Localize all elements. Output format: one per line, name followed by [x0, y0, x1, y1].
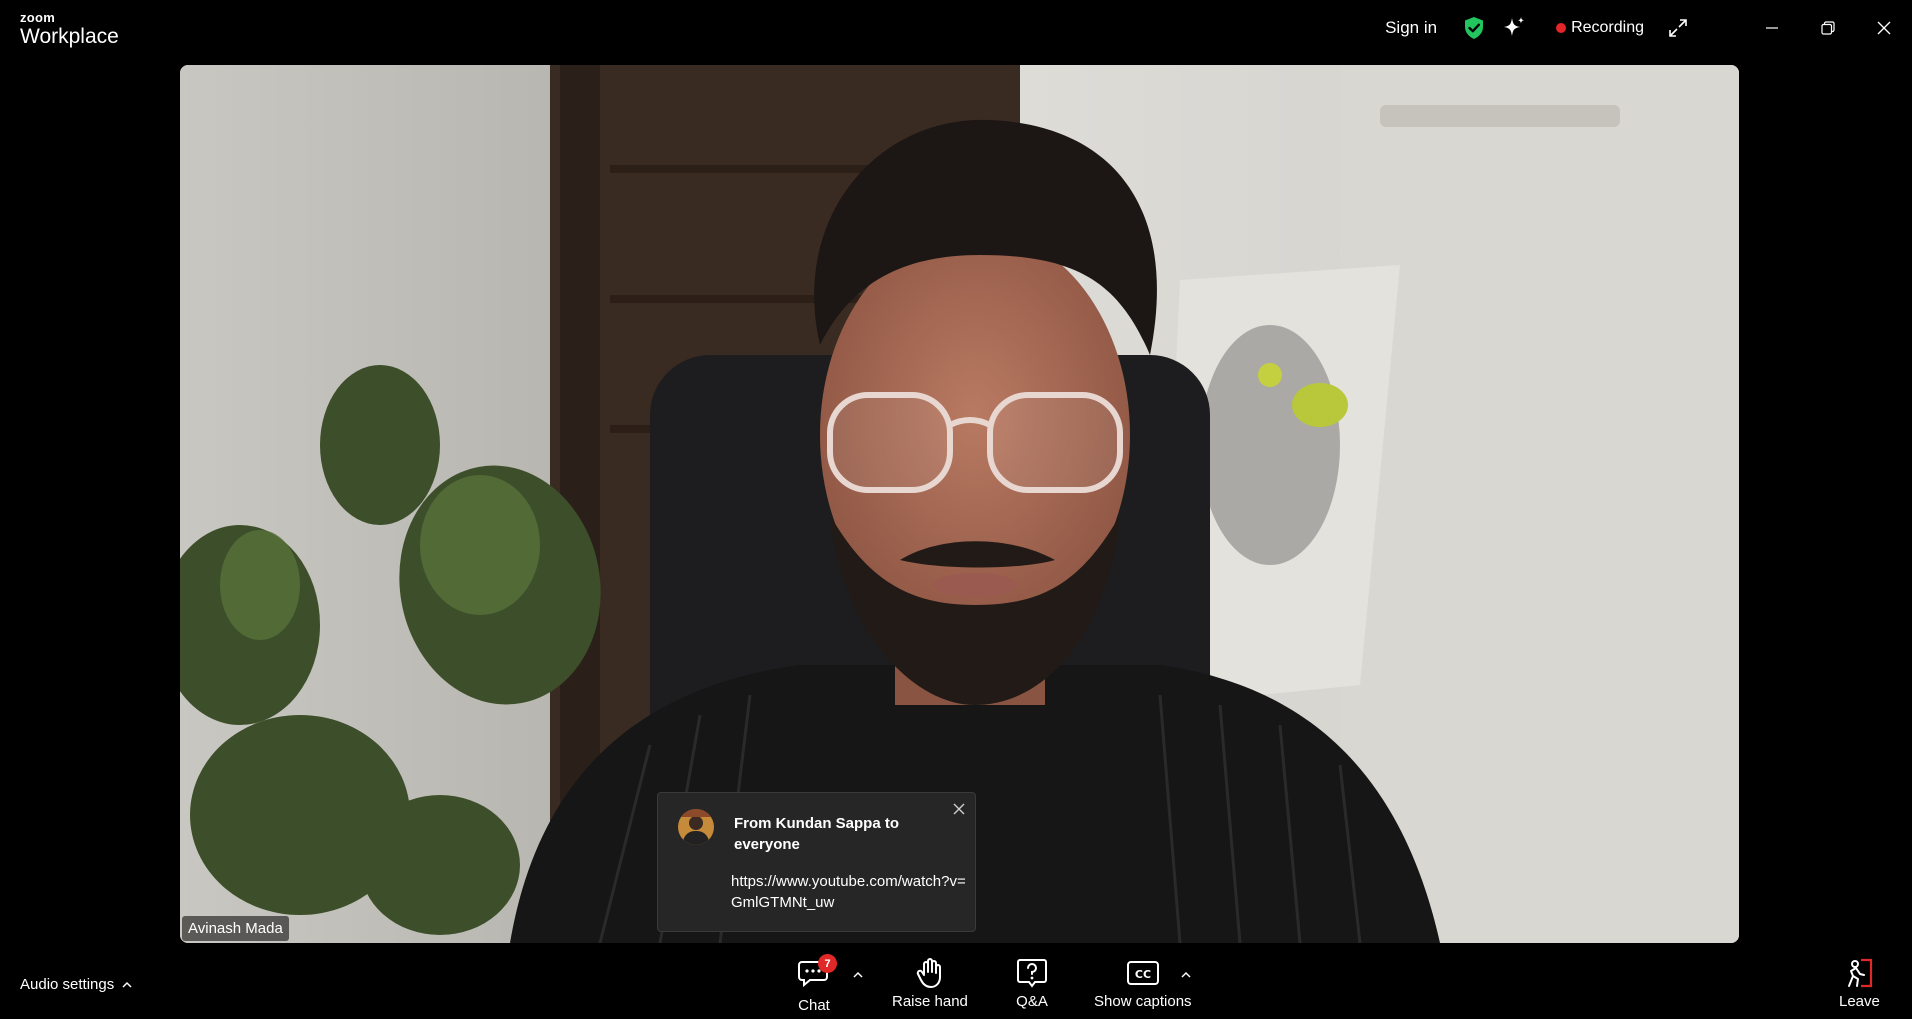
- zoom-workplace-logo: zoom Workplace: [20, 11, 119, 47]
- show-captions-button[interactable]: CC Show captions: [1094, 958, 1192, 1010]
- close-icon[interactable]: [951, 801, 967, 817]
- close-window-button[interactable]: [1856, 0, 1912, 56]
- meeting-toolbar: Audio settings 7 Chat Raise hand Q&A CC …: [0, 946, 1912, 1019]
- leave-icon: [1848, 958, 1873, 988]
- participant-name-tag: Avinash Mada: [182, 916, 289, 941]
- hand-icon: [916, 958, 941, 988]
- audio-settings-label: Audio settings: [20, 976, 115, 993]
- captions-options-chevron-icon[interactable]: [1181, 966, 1191, 984]
- qa-button[interactable]: Q&A: [1016, 958, 1048, 1010]
- minimize-button[interactable]: [1744, 0, 1800, 56]
- restore-icon: [1821, 21, 1835, 35]
- sign-in-link[interactable]: Sign in: [1385, 18, 1437, 38]
- question-icon: [1017, 959, 1047, 988]
- audio-settings-button[interactable]: Audio settings: [20, 976, 132, 993]
- leave-button[interactable]: Leave: [1839, 958, 1880, 1010]
- chevron-up-icon: [122, 981, 132, 989]
- sparkle-icon[interactable]: [1502, 16, 1526, 40]
- chat-message[interactable]: https://www.youtube.com/watch?v=GmlGTMNt…: [731, 871, 971, 913]
- close-icon: [1877, 21, 1891, 35]
- recording-label: Recording: [1571, 19, 1644, 36]
- brand-small: zoom: [20, 10, 56, 25]
- chat-options-chevron-icon[interactable]: [853, 966, 863, 984]
- title-bar: zoom Workplace Sign in Recording: [0, 0, 1912, 58]
- restore-button[interactable]: [1800, 0, 1856, 56]
- recording-indicator[interactable]: Recording: [1556, 19, 1644, 37]
- raise-hand-button[interactable]: Raise hand: [892, 958, 968, 1010]
- brand-big: Workplace: [20, 25, 119, 48]
- cc-icon: CC: [1126, 961, 1159, 985]
- chat-label: Chat: [798, 997, 830, 1014]
- chat-button[interactable]: 7 Chat: [798, 954, 837, 1014]
- svg-text:CC: CC: [1135, 968, 1151, 981]
- chat-icon: 7: [798, 954, 837, 992]
- minimize-icon: [1766, 27, 1778, 29]
- avatar: [678, 809, 714, 845]
- leave-label: Leave: [1839, 993, 1880, 1010]
- show-captions-label: Show captions: [1094, 993, 1192, 1010]
- qa-label: Q&A: [1016, 993, 1048, 1010]
- chat-sender: From Kundan Sappa to everyone: [734, 815, 899, 853]
- chat-unread-badge: 7: [818, 954, 837, 973]
- chat-notification[interactable]: From Kundan Sappa to everyone https://ww…: [657, 792, 976, 932]
- expand-icon[interactable]: [1668, 18, 1688, 38]
- recording-dot-icon: [1556, 23, 1567, 33]
- shield-check-icon[interactable]: [1463, 16, 1485, 40]
- raise-hand-label: Raise hand: [892, 993, 968, 1010]
